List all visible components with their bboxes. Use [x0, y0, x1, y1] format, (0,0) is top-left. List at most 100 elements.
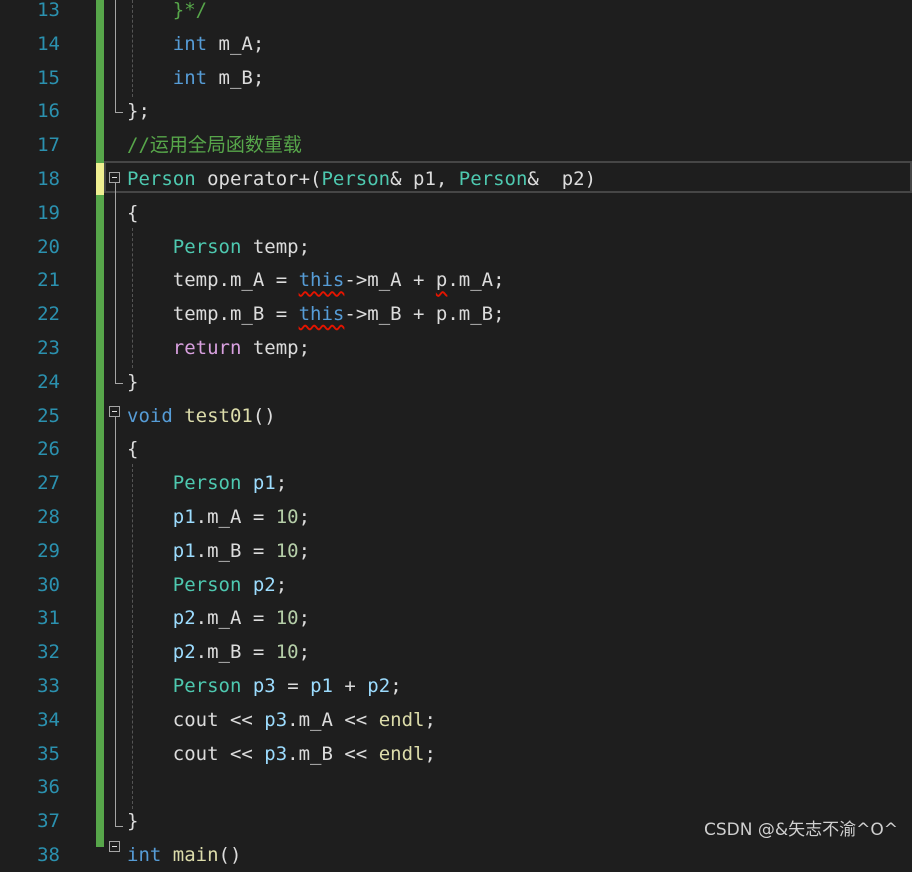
line-number: 32: [37, 641, 60, 664]
code-editor[interactable]: 13 14 15 16 17 18 19 20 21 22 23 24 25 26 27 28 29 30 31 32…: [0, 0, 912, 866]
fold-end-tick: [115, 383, 123, 384]
fold-end-tick: [115, 112, 123, 113]
code-token: ->m_A +: [344, 269, 436, 292]
line-number: 23: [37, 337, 60, 359]
fold-end-tick: [115, 826, 123, 827]
change-indicator-saved: [96, 195, 104, 847]
line-number: 17: [37, 134, 60, 157]
code-token: cout <<: [127, 708, 265, 731]
code-line: };: [127, 94, 150, 128]
line-number: 15: [37, 66, 60, 89]
code-token: temp;: [241, 235, 311, 258]
code-line: temp.m_A = this->m_A + p.m_A;: [127, 263, 505, 297]
code-token: .m_A =: [218, 269, 299, 292]
code-token: .m_B =: [195, 641, 276, 664]
line-number: 13: [37, 0, 60, 21]
code-line: }*/: [127, 0, 207, 27]
code-line: Person operator+(Person& p1, Person& p2): [127, 162, 596, 196]
code-token: .m_B <<: [287, 742, 379, 765]
line-number: 35: [37, 742, 60, 765]
line-number: 20: [37, 235, 60, 258]
code-token: p2: [367, 675, 391, 697]
line-number: 30: [37, 573, 60, 596]
code-line: p1.m_B = 10;: [127, 534, 310, 568]
watermark: CSDN @&矢志不渝^O^: [704, 820, 898, 840]
code-token: ;: [298, 506, 311, 528]
code-line: Person p2;: [127, 568, 287, 602]
code-token: endl: [378, 708, 425, 731]
code-line: Person p1;: [127, 466, 287, 500]
code-token: {: [127, 438, 139, 461]
line-number: 27: [37, 472, 60, 495]
code-token: cout <<: [127, 742, 265, 765]
code-token: }: [127, 370, 139, 393]
code-token: p3: [252, 675, 276, 697]
code-token: p: [435, 269, 448, 292]
fold-line: [115, 417, 116, 826]
line-number-gutter: 13 14 15 16 17 18 19 20 21 22 23 24 25 26 27 28 29 30 31 32…: [0, 0, 96, 866]
code-token: p1: [172, 539, 196, 562]
code-token: this: [298, 269, 345, 292]
code-line: }: [127, 365, 138, 399]
code-line: {: [127, 432, 138, 466]
code-token: 10: [275, 506, 299, 528]
code-token: p1: [310, 675, 333, 697]
change-indicator-unsaved: [96, 163, 104, 195]
code-line: p2.m_A = 10;: [127, 601, 310, 635]
code-token: temp;: [241, 337, 311, 359]
code-token: return: [172, 337, 242, 359]
line-number: 26: [37, 438, 60, 461]
collapse-icon[interactable]: [109, 172, 120, 183]
code-token: ;: [275, 573, 288, 596]
code-token: endl: [378, 742, 425, 765]
code-token: {: [127, 201, 139, 224]
code-token: ;: [424, 742, 436, 765]
line-number: 19: [37, 201, 60, 224]
line-number: 38: [37, 844, 60, 866]
code-token: m_A;: [207, 32, 265, 55]
code-token: p1: [172, 506, 196, 528]
collapse-icon[interactable]: [109, 406, 120, 417]
code-token: }*/: [172, 0, 208, 21]
line-number: 33: [37, 675, 60, 697]
code-token: .m_A =: [195, 607, 276, 630]
code-token: ;: [424, 708, 436, 731]
code-token: Person: [172, 573, 242, 596]
code-line: p1.m_A = 10;: [127, 500, 310, 534]
code-token: int: [172, 32, 208, 55]
code-token: this: [298, 303, 345, 326]
code-line: //运用全局函数重载: [127, 128, 302, 162]
line-number: 16: [37, 100, 60, 123]
code-token: =: [275, 675, 311, 697]
code-token: test01: [184, 404, 253, 427]
fold-line: [115, 183, 116, 383]
code-token: temp: [172, 269, 219, 292]
code-line: {: [127, 196, 138, 230]
line-number: 25: [37, 404, 60, 427]
code-token: (): [252, 404, 276, 427]
code-token: ;: [390, 675, 402, 697]
code-token: Person: [458, 168, 528, 190]
code-token: Person: [172, 675, 242, 697]
code-token: .m_A =: [195, 506, 276, 528]
line-number: 36: [37, 776, 60, 799]
code-token: & p2): [527, 168, 597, 190]
code-token: int: [172, 66, 208, 89]
code-token: p2: [172, 607, 196, 630]
code-token: p2: [172, 641, 196, 664]
code-token: .m_A;: [447, 269, 505, 292]
code-token: };: [127, 100, 150, 123]
code-token: Person: [172, 235, 242, 258]
code-line: p2.m_B = 10;: [127, 635, 310, 669]
code-line: Person p3 = p1 + p2;: [127, 669, 402, 703]
